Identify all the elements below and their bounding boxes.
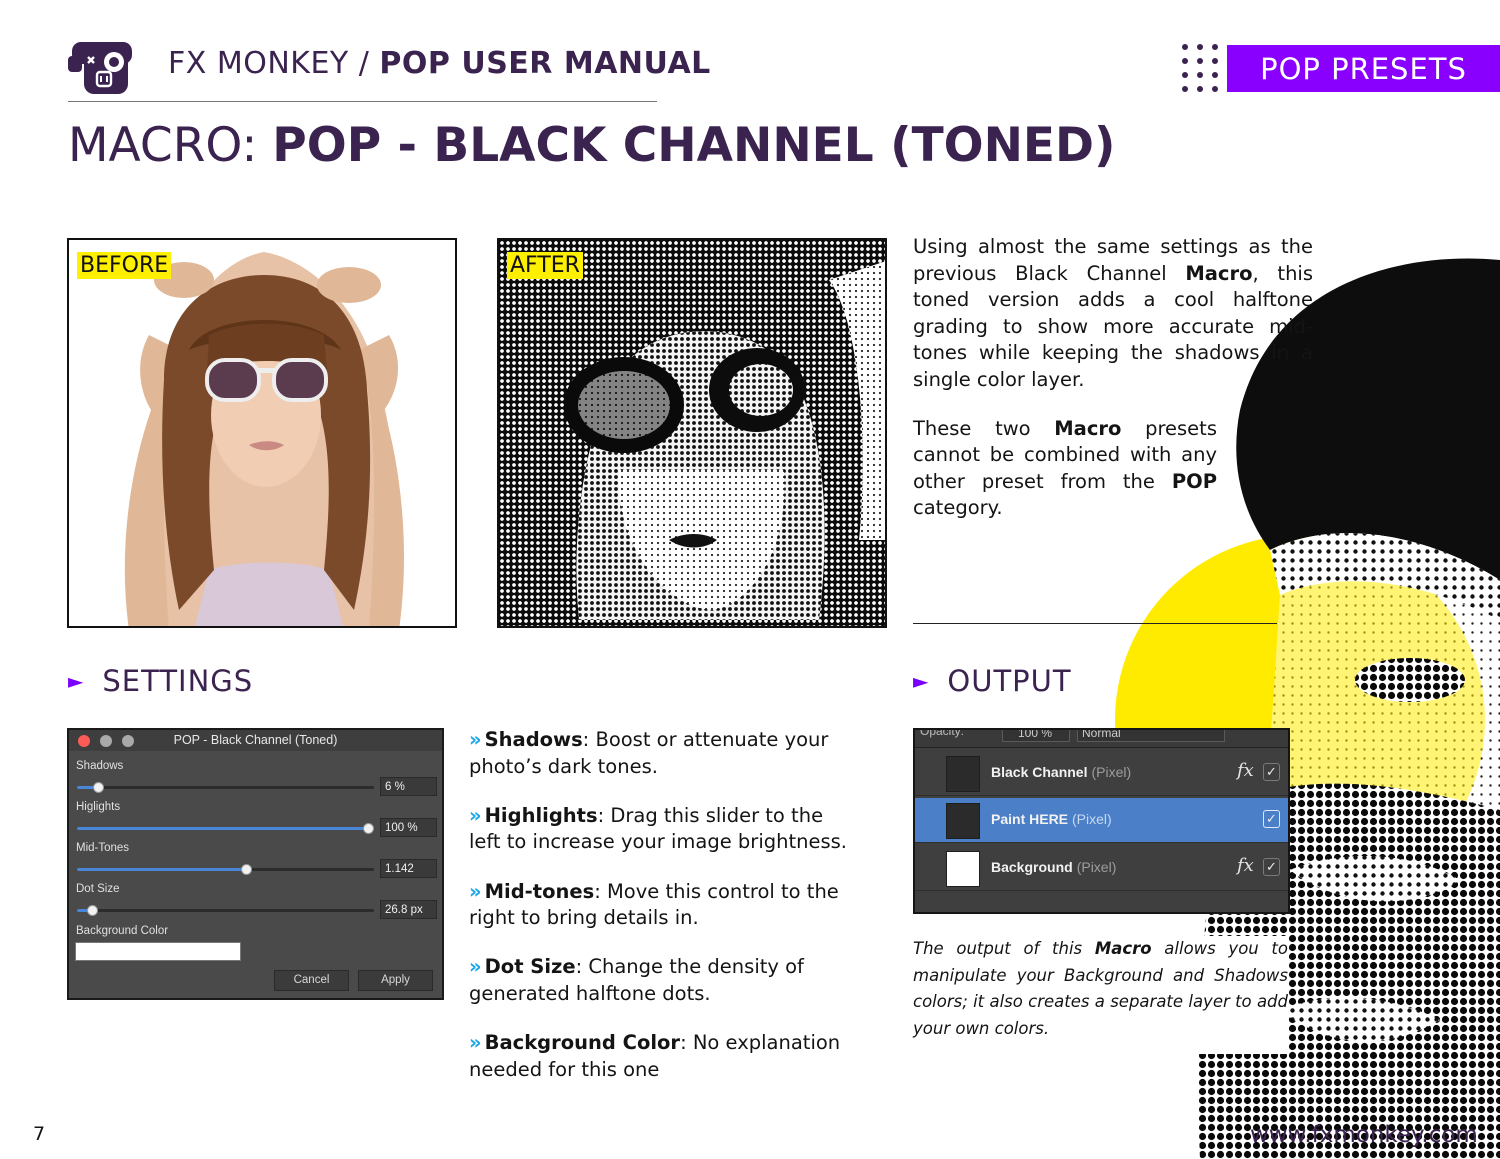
footer-website-link[interactable]: www.fxmonkey.com bbox=[1250, 1122, 1478, 1148]
double-chevron-icon: » bbox=[469, 879, 482, 903]
double-chevron-icon: » bbox=[469, 803, 482, 827]
after-label: AFTER bbox=[507, 252, 583, 279]
before-photo: BEFORE bbox=[67, 238, 457, 628]
layer-name: Black Channel bbox=[991, 764, 1088, 780]
background-color-swatch[interactable] bbox=[75, 942, 241, 961]
intro-divider bbox=[913, 623, 1277, 624]
after-halftone-image bbox=[564, 261, 885, 620]
settings-heading: ► SETTINGS bbox=[68, 664, 254, 698]
double-chevron-icon: » bbox=[469, 1031, 482, 1055]
triangle-right-icon: ► bbox=[913, 669, 930, 693]
layer-row-paint-here[interactable]: Paint HERE (Pixel) ✓ bbox=[915, 798, 1288, 843]
double-chevron-icon: » bbox=[469, 955, 482, 979]
intro-paragraph-1: Using almost the same settings as the pr… bbox=[913, 235, 1314, 391]
layer-thumbnail bbox=[946, 756, 980, 792]
highlights-value-field[interactable]: 100 % bbox=[380, 818, 437, 837]
shadows-label: Shadows bbox=[76, 760, 124, 772]
highlights-label: Higlights bbox=[76, 801, 121, 813]
before-portrait-image bbox=[124, 252, 405, 626]
explain-highlights: » Highlights: Drag this slider to the lef… bbox=[469, 803, 847, 854]
midtones-value-field[interactable]: 1.142 bbox=[380, 859, 437, 878]
fx-monkey-logo-icon bbox=[68, 42, 132, 94]
opacity-field[interactable]: 100 % bbox=[1002, 730, 1070, 742]
page-number: 7 bbox=[33, 1123, 46, 1145]
dialog-titlebar: POP - Black Channel (Toned) bbox=[69, 730, 442, 751]
highlights-slider-fill bbox=[77, 827, 369, 830]
blend-mode-select[interactable]: Normal bbox=[1077, 730, 1225, 742]
layer-kind: (Pixel) bbox=[1076, 859, 1117, 875]
dot-size-slider[interactable] bbox=[77, 905, 374, 916]
double-chevron-icon: » bbox=[469, 728, 482, 751]
opacity-label: Opacity: bbox=[920, 728, 965, 738]
manual-brand-title: FX MONKEY / POP USER MANUAL bbox=[168, 46, 711, 81]
layer-name: Paint HERE bbox=[991, 811, 1069, 827]
layer-kind: (Pixel) bbox=[1091, 764, 1132, 780]
explain-dot-size: » Dot Size: Change the density of generat… bbox=[469, 955, 804, 1005]
page-title: MACRO: POP - BLACK CHANNEL (TONED) bbox=[68, 118, 1116, 173]
before-label: BEFORE bbox=[77, 252, 172, 279]
dot-grid-icon bbox=[1182, 44, 1218, 92]
dot-size-value-field[interactable]: 26.8 px bbox=[380, 900, 437, 919]
triangle-right-icon: ► bbox=[68, 669, 85, 693]
dot-size-slider-handle[interactable] bbox=[86, 905, 98, 916]
layers-panel: Opacity: 100 % Normal Black Channel (Pixe… bbox=[913, 728, 1290, 914]
explain-background-color: » Background Color: No explanation needed… bbox=[469, 1031, 841, 1081]
dialog-title: POP - Black Channel (Toned) bbox=[173, 733, 338, 747]
layers-toolbar: Opacity: 100 % Normal bbox=[915, 730, 1288, 748]
highlights-slider-handle[interactable] bbox=[363, 823, 375, 834]
macro-settings-dialog: POP - Black Channel (Toned) Shadows 6 % … bbox=[67, 728, 444, 1000]
layer-kind: (Pixel) bbox=[1072, 811, 1112, 827]
output-heading: ► OUTPUT bbox=[913, 664, 1072, 698]
layer-thumbnail bbox=[946, 851, 980, 887]
layer-thumbnail bbox=[946, 803, 980, 839]
shadows-value-field[interactable]: 6 % bbox=[380, 777, 437, 796]
output-caption: The output of this Macro allows you to m… bbox=[913, 936, 1288, 1054]
fx-icon[interactable]: fx bbox=[1237, 760, 1254, 781]
midtones-label: Mid-Tones bbox=[76, 842, 130, 854]
header-divider bbox=[68, 101, 657, 102]
settings-explanations: » Shadows: Boost or attenuate your photo’… bbox=[469, 727, 849, 1106]
explain-shadows: » Shadows: Boost or attenuate your photo’… bbox=[469, 728, 829, 778]
apply-button[interactable]: Apply bbox=[358, 970, 433, 991]
layer-row-black-channel[interactable]: Black Channel (Pixel) fx ✓ bbox=[915, 751, 1288, 796]
explain-midtones: » Mid-tones: Move this control to the rig… bbox=[469, 879, 839, 930]
layer-row-background[interactable]: Background (Pixel) fx ✓ bbox=[915, 846, 1288, 891]
layer-visibility-checkbox[interactable]: ✓ bbox=[1263, 858, 1280, 876]
fx-icon[interactable]: fx bbox=[1237, 855, 1254, 876]
midtones-slider[interactable] bbox=[77, 864, 374, 875]
after-photo: AFTER bbox=[497, 238, 887, 628]
dot-size-label: Dot Size bbox=[76, 883, 120, 895]
cancel-button[interactable]: Cancel bbox=[274, 970, 349, 991]
layer-visibility-checkbox[interactable]: ✓ bbox=[1263, 810, 1280, 828]
midtones-slider-fill bbox=[77, 868, 247, 871]
highlights-slider[interactable] bbox=[77, 823, 375, 834]
midtones-slider-handle[interactable] bbox=[241, 864, 253, 875]
intro-description: Using almost the same settings as the pr… bbox=[913, 234, 1313, 544]
background-color-label: Background Color bbox=[76, 925, 169, 937]
shadows-slider[interactable] bbox=[77, 782, 374, 793]
section-tag-pop-presets: POP PRESETS bbox=[1227, 45, 1500, 92]
intro-paragraph-2: These two Macro presets cannot be combin… bbox=[913, 416, 1217, 520]
layer-name: Background bbox=[991, 859, 1073, 875]
shadows-slider-handle[interactable] bbox=[92, 782, 104, 793]
layer-visibility-checkbox[interactable]: ✓ bbox=[1263, 763, 1280, 781]
